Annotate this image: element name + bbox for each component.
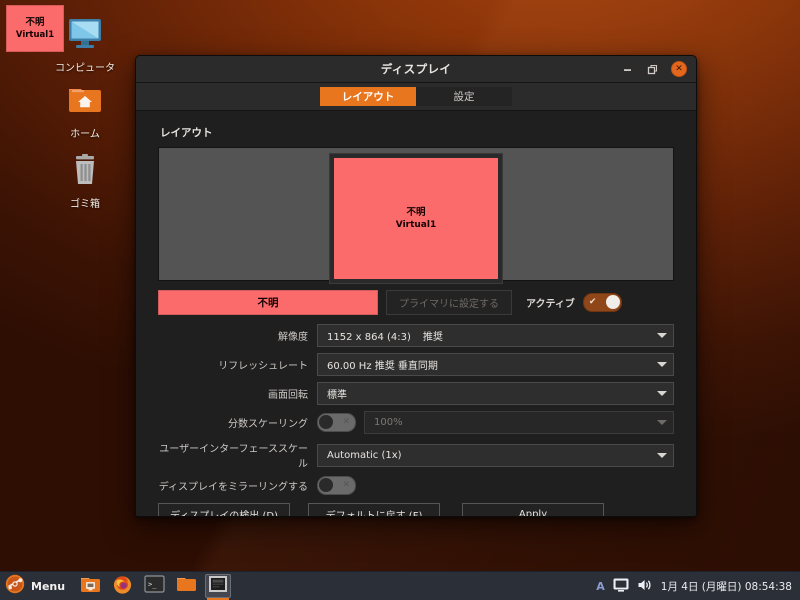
- resolution-value-suffix: 推奨: [422, 332, 443, 343]
- fractional-scaling-label: 分数スケーリング: [228, 419, 308, 430]
- menu-button[interactable]: Menu: [0, 572, 73, 600]
- resolution-select[interactable]: 1152 x 864 (4:3) 推奨: [317, 324, 674, 347]
- window-body: レイアウト 不明 Virtual1 不明 プライマリに設定する アクティブ ✔: [136, 111, 696, 516]
- fractional-scaling-toggle[interactable]: ✕: [317, 413, 356, 432]
- taskbar-item-file-manager[interactable]: [77, 574, 103, 598]
- desktop-icon-label: コンピュータ: [55, 63, 115, 74]
- tab-settings[interactable]: 設定: [416, 87, 512, 106]
- display-settings-window: ディスプレイ ✕ レイアウト 設定 レイアウト 不明 Virtual1 不明 プ…: [135, 55, 697, 517]
- mirror-displays-toggle[interactable]: ✕: [317, 476, 356, 495]
- input-method-indicator[interactable]: A: [596, 580, 605, 593]
- fractional-scaling-value: 100%: [374, 417, 403, 428]
- action-buttons-row: ディスプレイの検出 (D) デフォルトに戻す (F) Apply: [158, 503, 674, 516]
- display-name-row: 不明 プライマリに設定する アクティブ ✔: [158, 290, 674, 315]
- firefox-icon: [112, 574, 133, 599]
- screen-identify-output: Virtual1: [15, 29, 55, 40]
- close-icon[interactable]: ✕: [671, 61, 687, 77]
- window-controls: ✕: [621, 61, 696, 77]
- tab-layout[interactable]: レイアウト: [320, 87, 416, 106]
- taskbar: Menu >_ A 1月 4日 (月曜日) 08:54:38: [0, 571, 800, 600]
- display-window-icon: [208, 575, 228, 597]
- rotation-value: 標準: [327, 390, 347, 401]
- ui-scale-row: ユーザーインターフェーススケール Automatic (1x): [158, 440, 674, 470]
- desktop: 不明 Virtual1 コンピュータ ホーム ゴミ箱 ディスプレイ ✕ レイアウ…: [0, 0, 800, 600]
- folder-icon: [176, 575, 197, 597]
- mirror-displays-label: ディスプレイをミラーリングする: [158, 482, 308, 493]
- chevron-down-icon: [657, 452, 667, 458]
- taskbar-item-folder[interactable]: [173, 574, 199, 598]
- taskbar-task-list: >_: [73, 572, 232, 600]
- ui-scale-label: ユーザーインターフェーススケール: [159, 444, 308, 470]
- toggle-knob: [319, 415, 333, 429]
- resolution-value: 1152 x 864 (4:3) 推奨: [327, 328, 651, 343]
- refresh-rate-label: リフレッシュレート: [218, 361, 308, 372]
- apply-button[interactable]: Apply: [462, 503, 604, 516]
- monitor-preview-output: Virtual1: [395, 219, 437, 230]
- layout-preview-area[interactable]: 不明 Virtual1: [158, 147, 674, 283]
- detect-displays-button[interactable]: ディスプレイの検出 (D): [158, 503, 290, 516]
- clock[interactable]: 1月 4日 (月曜日) 08:54:38: [661, 579, 792, 594]
- fractional-scaling-row: 分数スケーリング ✕ 100%: [158, 411, 674, 434]
- resolution-label: 解像度: [278, 332, 308, 343]
- minimize-icon[interactable]: [621, 63, 634, 76]
- set-primary-button[interactable]: プライマリに設定する: [386, 290, 512, 315]
- window-titlebar[interactable]: ディスプレイ ✕: [136, 56, 696, 83]
- desktop-icon-home[interactable]: ホーム: [42, 78, 128, 140]
- resolution-value-text: 1152 x 864 (4:3): [327, 332, 411, 343]
- computer-monitor-icon: [63, 12, 107, 56]
- chevron-down-icon: [657, 362, 667, 367]
- fractional-scaling-select[interactable]: 100%: [364, 411, 674, 434]
- layout-section-title: レイアウト: [160, 127, 213, 139]
- chevron-down-icon: [657, 333, 667, 338]
- home-folder-icon: [63, 78, 107, 122]
- mirror-displays-row: ディスプレイをミラーリングする ✕: [158, 476, 674, 495]
- file-manager-icon: [80, 575, 101, 598]
- rotation-select[interactable]: 標準: [317, 382, 674, 405]
- system-tray: A 1月 4日 (月曜日) 08:54:38: [596, 577, 800, 596]
- refresh-rate-value: 60.00 Hz 推奨 垂直同期: [327, 361, 438, 372]
- trash-can-icon: [63, 148, 107, 192]
- screen-identify-name: 不明: [25, 16, 45, 28]
- chevron-down-icon: [657, 420, 667, 425]
- reset-defaults-button[interactable]: デフォルトに戻す (F): [308, 503, 440, 516]
- taskbar-item-firefox[interactable]: [109, 574, 135, 598]
- refresh-rate-select[interactable]: 60.00 Hz 推奨 垂直同期: [317, 353, 674, 376]
- chevron-down-icon: [657, 391, 667, 396]
- maximize-icon[interactable]: [646, 63, 659, 76]
- ubuntu-mate-logo-icon: [5, 574, 25, 598]
- window-tabbar: レイアウト 設定: [136, 83, 696, 111]
- rotation-label: 画面回転: [268, 390, 308, 401]
- terminal-icon: >_: [143, 575, 165, 597]
- desktop-icon-label: ホーム: [70, 129, 100, 140]
- rotation-row: 画面回転 標準: [158, 382, 674, 405]
- resolution-row: 解像度 1152 x 864 (4:3) 推奨: [158, 324, 674, 347]
- monitor-preview-name: 不明: [406, 206, 426, 218]
- monitor-tray-icon[interactable]: [613, 577, 629, 596]
- check-icon: ✔: [588, 297, 597, 307]
- active-toggle[interactable]: ✔: [582, 293, 622, 312]
- display-name-field[interactable]: 不明: [158, 290, 378, 315]
- monitor-preview-virtual1[interactable]: 不明 Virtual1: [330, 154, 502, 283]
- desktop-icon-label: ゴミ箱: [70, 199, 100, 210]
- ui-scale-value: Automatic (1x): [327, 449, 402, 461]
- menu-label: Menu: [31, 579, 66, 593]
- screen-identify-overlay: 不明 Virtual1: [6, 5, 64, 52]
- cross-icon: ✕: [342, 480, 350, 490]
- toggle-knob: [319, 478, 333, 492]
- toggle-knob: [605, 295, 620, 309]
- taskbar-item-terminal[interactable]: >_: [141, 574, 167, 598]
- ui-scale-select[interactable]: Automatic (1x): [317, 443, 674, 467]
- desktop-icon-trash[interactable]: ゴミ箱: [42, 148, 128, 210]
- display-controls: 不明 プライマリに設定する アクティブ ✔ 解像度 1152 x 864 (4:…: [158, 281, 674, 516]
- taskbar-item-display-settings[interactable]: [205, 574, 232, 600]
- window-title: ディスプレイ: [380, 62, 452, 76]
- svg-text:>_: >_: [148, 581, 157, 589]
- active-label: アクティブ: [526, 299, 575, 310]
- refresh-rate-row: リフレッシュレート 60.00 Hz 推奨 垂直同期: [158, 353, 674, 376]
- cross-icon: ✕: [342, 417, 350, 427]
- speaker-icon[interactable]: [637, 577, 653, 596]
